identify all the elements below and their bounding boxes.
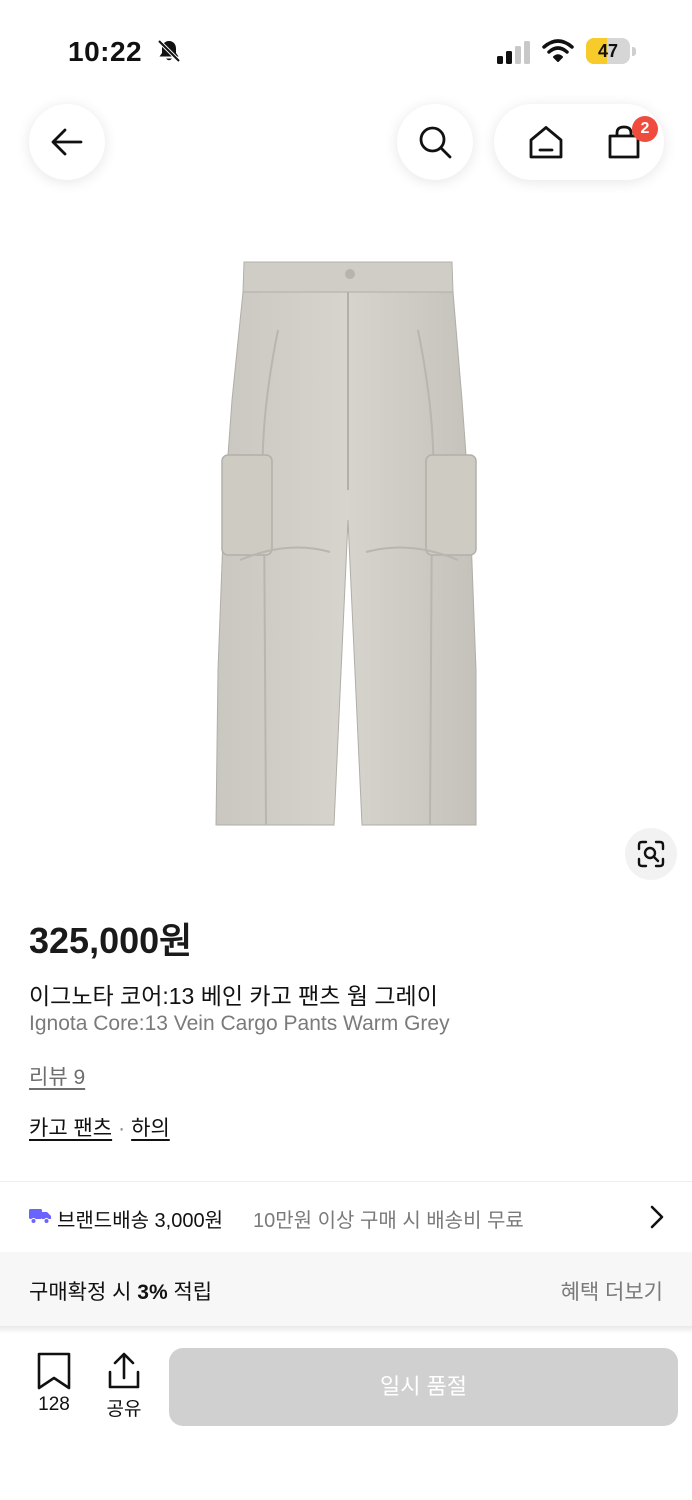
share-icon xyxy=(108,1352,140,1389)
truck-icon xyxy=(29,1209,51,1224)
shipping-info-row[interactable]: 브랜드배송 3,000원 10만원 이상 구매 시 배송비 무료 xyxy=(0,1182,692,1252)
cart-count-badge: 2 xyxy=(632,116,658,142)
category-separator: · xyxy=(118,1117,126,1140)
nav-pill: 2 xyxy=(494,104,664,180)
search-icon xyxy=(419,126,452,159)
status-time: 10:22 xyxy=(68,36,143,67)
reward-suffix: 적립 xyxy=(167,1281,213,1304)
bookmark-icon xyxy=(37,1352,71,1390)
wifi-icon xyxy=(542,39,574,62)
search-button[interactable] xyxy=(397,104,473,180)
battery-tip xyxy=(632,47,636,56)
back-arrow-icon xyxy=(51,128,83,156)
benefit-row: 구매확정 시 3% 적립 혜택 더보기 xyxy=(0,1252,692,1326)
reward-prefix: 구매확정 시 xyxy=(29,1281,138,1304)
category-link-bottoms[interactable]: 하의 xyxy=(131,1117,170,1140)
home-button[interactable] xyxy=(508,104,584,180)
battery-level-text: 47 xyxy=(597,41,619,61)
share-label: 공유 xyxy=(106,1399,142,1420)
bookmark-count: 128 xyxy=(38,1394,70,1415)
product-name-english: Ignota Core:13 Vein Cargo Pants Warm Gre… xyxy=(29,1012,450,1035)
status-bar: 10:22 47 xyxy=(0,0,692,100)
category-link-cargo-pants[interactable]: 카고 팬츠 xyxy=(29,1117,112,1140)
shipping-free-condition: 10만원 이상 구매 시 배송비 무료 xyxy=(253,1210,524,1232)
lens-search-icon xyxy=(637,840,665,868)
battery-body: 47 xyxy=(586,38,630,64)
review-link[interactable]: 리뷰 9 xyxy=(29,1061,85,1091)
signal-icon xyxy=(497,41,530,64)
reward-points-text: 구매확정 시 3% 적립 xyxy=(29,1276,212,1306)
shipping-fee-text: 브랜드배송 3,000원 xyxy=(57,1210,224,1232)
image-search-button[interactable] xyxy=(625,828,677,880)
product-price: 325,000원 xyxy=(29,920,193,961)
sold-out-button[interactable]: 일시 품절 xyxy=(169,1348,678,1426)
share-button[interactable]: 공유 xyxy=(98,1352,150,1422)
battery-icon: 47 xyxy=(586,38,636,64)
cart-button[interactable]: 2 xyxy=(586,104,662,180)
product-name-korean: 이그노타 코어:13 베인 카고 팬츠 웜 그레이 xyxy=(29,983,438,1009)
bell-slash-icon xyxy=(157,39,181,63)
reward-percent: 3% xyxy=(137,1281,168,1304)
category-breadcrumb: 카고 팬츠 · 하의 xyxy=(29,1112,170,1142)
home-icon xyxy=(529,126,563,159)
bookmark-button[interactable]: 128 xyxy=(28,1352,80,1422)
back-button[interactable] xyxy=(29,104,105,180)
chevron-right-icon xyxy=(650,1205,664,1229)
product-image-cargo-pants[interactable] xyxy=(200,250,492,840)
more-benefits-link[interactable]: 혜택 더보기 xyxy=(561,1276,663,1306)
bottom-bar-shadow xyxy=(0,1326,692,1334)
